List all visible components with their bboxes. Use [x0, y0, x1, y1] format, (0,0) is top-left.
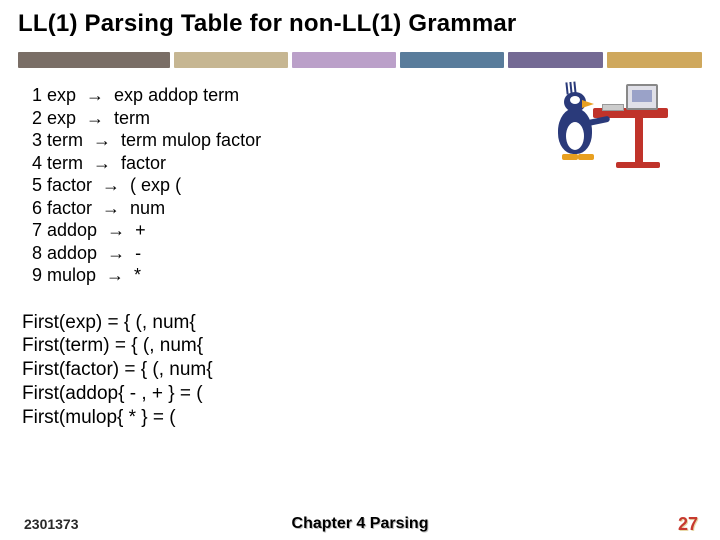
arrow-icon: →	[88, 153, 116, 173]
rule-number: 2	[32, 108, 42, 128]
rule-lhs: term	[42, 153, 88, 173]
first-sets-block: First(exp) = { (, num{First(term) = { (,…	[0, 293, 720, 430]
first-set-line: First(addop{ - , + } = (	[22, 382, 720, 406]
course-code: 2301373	[0, 516, 79, 532]
rule-rhs: ( exp (	[125, 175, 181, 195]
bar-segment	[508, 52, 603, 68]
rule-rhs: term mulop factor	[116, 130, 261, 150]
rule-lhs: factor	[42, 175, 97, 195]
rule-lhs: exp	[42, 108, 81, 128]
rule-number: 8	[32, 243, 42, 263]
arrow-icon: →	[97, 175, 125, 195]
arrow-icon: →	[81, 85, 109, 105]
arrow-icon: →	[102, 243, 130, 263]
rule-lhs: factor	[42, 198, 97, 218]
bird-computer-illustration	[548, 78, 668, 178]
rule-number: 3	[32, 130, 42, 150]
bar-segment	[18, 52, 170, 68]
rule-number: 1	[32, 85, 42, 105]
rule-number: 5	[32, 175, 42, 195]
grammar-rule: 6 factor → num	[32, 197, 720, 220]
rule-lhs: addop	[42, 220, 102, 240]
rule-rhs: num	[125, 198, 165, 218]
arrow-icon: →	[102, 220, 130, 240]
rule-number: 7	[32, 220, 42, 240]
first-set-line: First(factor) = { (, num{	[22, 358, 720, 382]
rule-rhs: +	[130, 220, 146, 240]
first-set-line: First(term) = { (, num{	[22, 334, 720, 358]
slide-title: LL(1) Parsing Table for non-LL(1) Gramma…	[0, 0, 720, 52]
grammar-rule: 9 mulop → *	[32, 264, 720, 287]
grammar-rule: 8 addop → -	[32, 242, 720, 265]
rule-number: 9	[32, 265, 42, 285]
grammar-rule: 7 addop → +	[32, 219, 720, 242]
bar-segment	[400, 52, 504, 68]
rule-lhs: addop	[42, 243, 102, 263]
chapter-label: Chapter 4 Parsing	[292, 515, 429, 533]
rule-rhs: *	[129, 265, 141, 285]
rule-lhs: mulop	[42, 265, 101, 285]
page-number: 27	[678, 514, 698, 535]
color-bar	[0, 52, 720, 70]
bar-segment	[174, 52, 288, 68]
rule-rhs: exp addop term	[109, 85, 239, 105]
rule-lhs: exp	[42, 85, 81, 105]
arrow-icon: →	[88, 130, 116, 150]
rule-number: 6	[32, 198, 42, 218]
bar-segment	[607, 52, 702, 68]
rule-rhs: -	[130, 243, 141, 263]
arrow-icon: →	[97, 198, 125, 218]
rule-number: 4	[32, 153, 42, 173]
arrow-icon: →	[101, 265, 129, 285]
footer: 2301373 Chapter 4 Parsing 27	[0, 516, 720, 532]
rule-lhs: term	[42, 130, 88, 150]
rule-rhs: factor	[116, 153, 166, 173]
rule-rhs: term	[109, 108, 150, 128]
first-set-line: First(mulop{ * } = (	[22, 406, 720, 430]
first-set-line: First(exp) = { (, num{	[22, 311, 720, 335]
bar-segment	[292, 52, 396, 68]
arrow-icon: →	[81, 108, 109, 128]
